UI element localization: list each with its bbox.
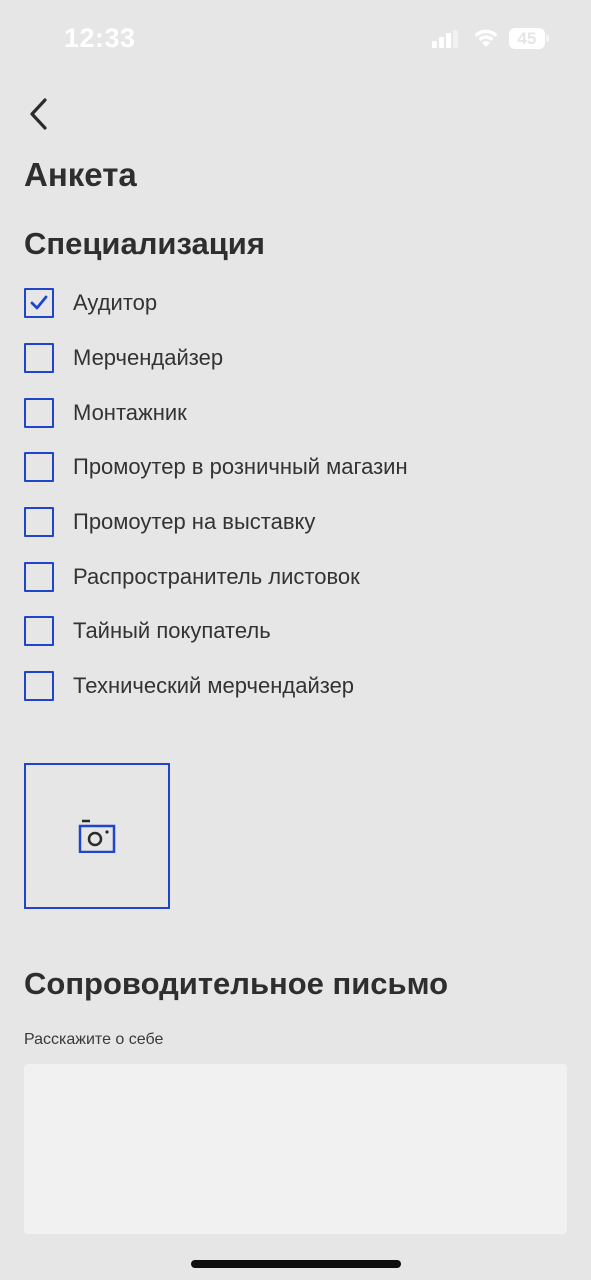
questionnaire-screen: 12:33 45 Анкета Специализация Аудитор Ме… (0, 0, 591, 1280)
cover-letter-label: Расскажите о себе (24, 1031, 164, 1048)
chevron-left-icon (30, 98, 47, 130)
photo-upload-button[interactable] (24, 763, 170, 909)
checkbox-item-mystery-shopper[interactable]: Тайный покупатель (24, 604, 564, 659)
checkbox-label: Аудитор (73, 290, 158, 316)
cover-letter-textarea[interactable] (24, 1064, 567, 1234)
page-title: Анкета (24, 156, 137, 193)
checkbox-item-exhibition-promoter[interactable]: Промоутер на выставку (24, 495, 564, 550)
checkbox[interactable] (24, 561, 54, 592)
checkbox-label: Мерчендайзер (73, 345, 224, 371)
checkbox[interactable] (24, 671, 54, 702)
battery-level: 45 (517, 29, 537, 48)
checkbox-label: Распространитель листовок (73, 563, 360, 589)
checkbox-item-retail-promoter[interactable]: Промоутер в розничный магазин (24, 440, 564, 495)
back-button[interactable] (18, 92, 58, 136)
home-indicator[interactable] (191, 1260, 401, 1268)
checkbox[interactable] (24, 507, 54, 538)
checkbox[interactable] (24, 343, 54, 374)
wifi-icon (472, 26, 500, 48)
checkbox-label: Промоутер на выставку (73, 509, 316, 535)
status-time: 12:33 (64, 23, 136, 53)
checkbox-label: Промоутер в розничный магазин (73, 454, 408, 480)
checkbox-item-merchandiser[interactable]: Мерчендайзер (24, 331, 564, 386)
specialization-list: Аудитор Мерчендайзер Монтажник Промоутер… (24, 276, 564, 714)
signal-icon (432, 30, 458, 48)
specialization-title: Специализация (24, 226, 265, 261)
checkbox[interactable] (24, 452, 54, 483)
cover-letter-title: Сопроводительное письмо (24, 966, 449, 1001)
checkbox-label: Монтажник (73, 399, 187, 425)
checkbox-item-auditor[interactable]: Аудитор (24, 276, 564, 331)
checkbox-label: Технический мерчендайзер (73, 673, 355, 699)
checkbox-label: Тайный покупатель (73, 618, 271, 644)
checkmark-icon (30, 295, 48, 310)
checkbox[interactable] (24, 397, 54, 428)
checkbox-item-technical-merchandiser[interactable]: Технический мерчендайзер (24, 659, 564, 714)
checkbox-item-leaflet-distributor[interactable]: Распространитель листовок (24, 549, 564, 604)
camera-icon (78, 819, 116, 853)
checkbox-item-installer[interactable]: Монтажник (24, 385, 564, 440)
battery-icon: 45 (509, 28, 549, 49)
checkbox[interactable] (24, 616, 54, 647)
status-bar: 12:33 45 (0, 0, 591, 80)
checkbox[interactable] (24, 288, 54, 319)
